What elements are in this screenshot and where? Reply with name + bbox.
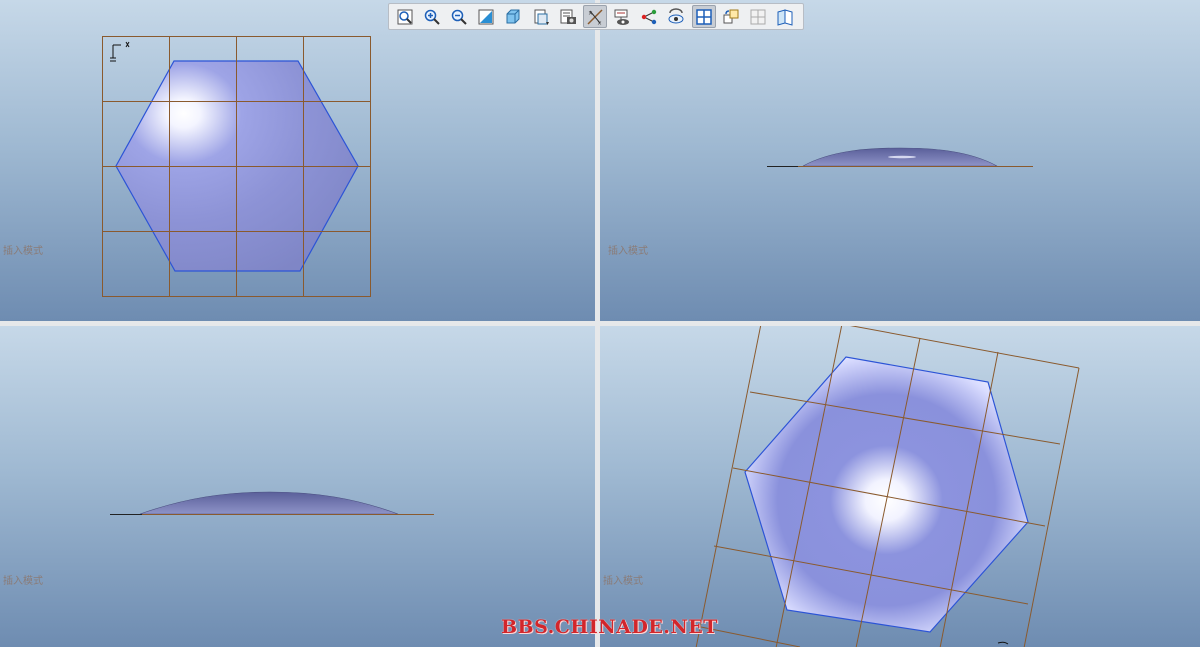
section-icon	[750, 9, 766, 24]
front-view-model	[767, 147, 1033, 167]
four-view-button[interactable]	[691, 5, 716, 28]
svg-text:×: ×	[597, 20, 602, 26]
orientation-button[interactable]	[719, 5, 743, 28]
repaint-button[interactable]	[474, 5, 498, 28]
orientation-icon	[723, 9, 739, 23]
zoom-in-button[interactable]	[420, 5, 444, 28]
viewport-top-right[interactable]: 插入模式	[600, 0, 1200, 321]
zoom-fit-icon	[397, 9, 413, 24]
top-view-model	[102, 36, 371, 297]
insert-mode-label: 插入模式	[608, 246, 648, 257]
annotation-plane-button[interactable]	[773, 5, 797, 28]
iso-view-model	[695, 326, 1080, 647]
section-button[interactable]	[746, 5, 770, 28]
csys-icon	[110, 41, 130, 62]
spin-center-icon	[642, 9, 657, 24]
datum-grid	[102, 36, 371, 297]
svg-text:×: ×	[588, 10, 593, 17]
insert-mode-label: 插入模式	[603, 576, 643, 587]
annotation-display-button[interactable]	[610, 5, 634, 28]
hide-show-icon	[668, 7, 684, 23]
hide-show-button[interactable]	[664, 5, 688, 28]
display-style-button[interactable]	[501, 5, 525, 28]
display-style-icon	[506, 9, 520, 23]
viewport-bottom-left[interactable]: 插入模式	[0, 326, 595, 647]
zoom-out-button[interactable]	[447, 5, 471, 28]
zoom-fit-button[interactable]	[393, 5, 417, 28]
datum-display-button[interactable]: × ×	[582, 5, 607, 28]
view-manager-icon	[560, 9, 576, 24]
viewport-bottom-right[interactable]: 插入模式	[600, 326, 1200, 647]
dome-profile	[139, 491, 399, 515]
view-toolbar: × ×	[388, 3, 804, 30]
insert-mode-label: 插入模式	[3, 246, 43, 257]
spin-center-button[interactable]	[637, 5, 661, 28]
viewport-top-left[interactable]: 插入模式	[0, 0, 595, 321]
view-manager-button[interactable]	[556, 5, 580, 28]
watermark-text: BBS.CHINADE.NET	[501, 616, 718, 638]
annotation-display-icon	[614, 9, 630, 25]
four-view-icon	[695, 8, 712, 25]
datum-display-icon: ××	[587, 8, 603, 26]
repaint-icon	[478, 9, 494, 24]
insert-mode-label: 插入模式	[3, 576, 43, 587]
saved-views-button[interactable]	[529, 5, 553, 28]
zoom-in-icon	[424, 9, 440, 25]
zoom-out-icon	[451, 9, 467, 25]
annotation-plane-icon	[777, 8, 793, 26]
side-view-model	[110, 491, 434, 515]
saved-views-icon	[534, 9, 549, 25]
